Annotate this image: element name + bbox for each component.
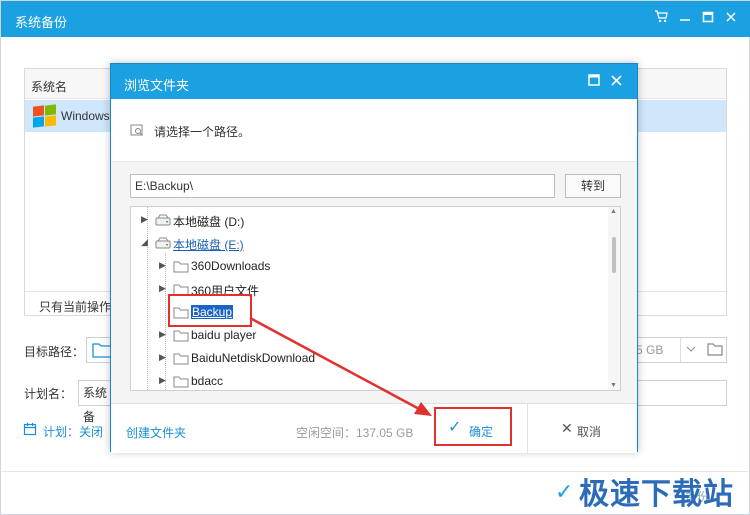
dialog-tip-area: 请选择一个路径。 — [111, 99, 637, 162]
windows-logo-icon — [31, 104, 57, 128]
expand-icon[interactable]: ▶ — [141, 214, 148, 225]
go-button-label: 转到 — [580, 179, 605, 193]
tree-node-drive-d[interactable]: ▶ 本地磁盘 (D:) — [141, 210, 441, 232]
tree-node-label: 本地磁盘 (D:) — [173, 215, 245, 229]
window-title: 系统备份 — [15, 15, 68, 30]
target-path-label: 目标路径： — [24, 345, 85, 359]
maximize-icon[interactable] — [587, 73, 601, 87]
watermark-logo: 极速下载站 — [579, 477, 734, 512]
dialog-footer: 创建文件夹 空闲空间：137.05 GB ✓ 确定 ✕ 取消 — [111, 403, 637, 454]
search-folder-icon — [130, 124, 143, 136]
cancel-button-label: 取消 — [577, 425, 602, 439]
chevron-down-icon[interactable] — [686, 338, 696, 362]
minimize-icon[interactable] — [675, 9, 695, 29]
tree-node-drive-e[interactable]: ◢ 本地磁盘 (E:) — [141, 233, 441, 255]
annotation-highlight-ok — [434, 407, 512, 446]
expand-icon[interactable]: ▶ — [159, 283, 166, 294]
dialog-instruction: 请选择一个路径。 — [154, 125, 251, 139]
plan-link[interactable]: 计划：关闭 — [23, 423, 103, 440]
cart-icon[interactable] — [651, 9, 671, 29]
annotation-highlight-backup — [168, 294, 252, 327]
folder-icon — [173, 330, 189, 342]
collapse-icon[interactable]: ◢ — [141, 237, 148, 248]
plan-name-input-tail[interactable] — [631, 380, 727, 406]
expand-icon[interactable]: ▶ — [159, 352, 166, 363]
button-divider — [527, 404, 528, 454]
plan-name-value: 系统备 — [83, 386, 108, 424]
tree-node-folder[interactable]: ▶ bdacc — [159, 371, 459, 390]
expand-icon[interactable]: ▶ — [159, 375, 166, 386]
close-icon[interactable] — [721, 9, 741, 29]
free-space-text: 空闲空间：137.05 GB — [296, 426, 414, 440]
folder-icon — [173, 376, 189, 388]
drive-icon — [155, 214, 171, 226]
plan-link-label: 计划：关闭 — [43, 425, 104, 439]
browse-folder-icon[interactable] — [706, 341, 724, 357]
tree-node-folder[interactable]: ▶ 360Downloads — [159, 256, 459, 278]
path-input[interactable]: E:\Backup\ — [130, 174, 555, 198]
tree-node-label: 本地磁盘 (E:) — [173, 238, 244, 252]
expand-icon[interactable]: ▶ — [159, 260, 166, 271]
tree-node-folder[interactable]: ▶ BaiduNetdiskDownload — [159, 348, 459, 370]
calendar-icon — [23, 423, 37, 436]
plan-name-label: 计划名： — [24, 387, 73, 401]
check-icon: ✓ — [555, 479, 574, 504]
tree-node-label: baidu player — [191, 328, 257, 342]
target-path-size: 5 GB — [631, 337, 727, 363]
close-icon[interactable] — [610, 74, 623, 87]
scrollbar-thumb[interactable] — [612, 237, 616, 273]
column-header-system-name: 系统名 — [31, 80, 68, 94]
scroll-down-icon[interactable]: ▼ — [610, 382, 617, 389]
main-title-bar: 系统备份 — [1, 1, 750, 37]
dialog-title: 浏览文件夹 — [124, 78, 190, 93]
expand-icon[interactable]: ▶ — [159, 329, 166, 340]
target-path-size-text: 5 GB — [636, 343, 664, 357]
tree-scrollbar[interactable]: ▲ ▼ — [608, 207, 620, 390]
folder-icon — [173, 261, 189, 273]
tree-node-label: 360Downloads — [191, 259, 271, 273]
cancel-button[interactable]: ✕ 取消 — [551, 411, 611, 447]
create-folder-link[interactable]: 创建文件夹 — [126, 424, 186, 441]
tree-node-label: BaiduNetdiskDownload — [191, 351, 316, 365]
maximize-icon[interactable] — [698, 9, 718, 29]
drive-icon — [155, 237, 171, 249]
folder-icon — [173, 353, 189, 365]
path-input-value: E:\Backup\ — [135, 179, 194, 193]
close-icon: ✕ — [561, 420, 573, 436]
tree-node-label: bdacc — [191, 374, 224, 388]
dialog-title-bar: 浏览文件夹 — [111, 64, 637, 99]
tree-node-folder[interactable]: ▶ baidu player — [159, 325, 459, 347]
system-name: Windows — [61, 109, 110, 123]
browse-folder-dialog: 浏览文件夹 请选择一个路径。 E:\Backup\ 转到 ▶ 本地磁盘 (D:)… — [110, 63, 638, 454]
go-button[interactable]: 转到 — [565, 174, 621, 198]
scroll-up-icon[interactable]: ▲ — [610, 208, 617, 215]
